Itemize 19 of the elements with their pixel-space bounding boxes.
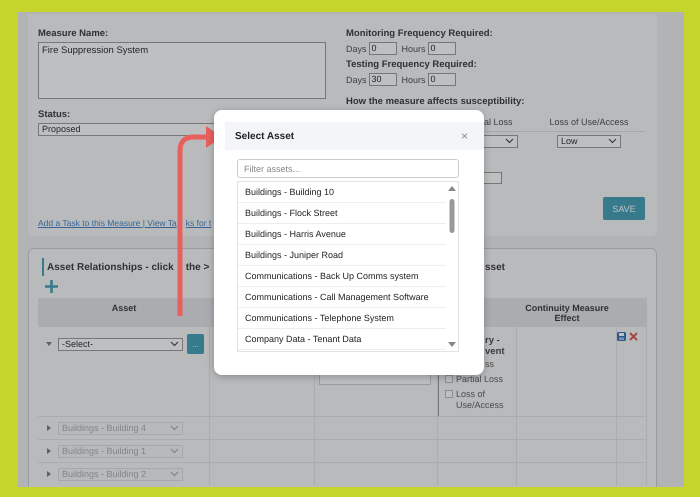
field-label: Monitoring Frequency Required: <box>346 28 494 39</box>
dialog-title: Select Asset <box>235 130 294 142</box>
column-header: Asset <box>38 298 210 326</box>
section-title: sset <box>484 262 505 272</box>
option-label: ss <box>485 359 495 370</box>
column-header: Continuity Measure Effect <box>517 298 617 326</box>
column-header: Loss of Use/Access <box>533 112 645 132</box>
hours-label: Hours <box>402 74 426 84</box>
field-label: Status: <box>38 109 72 120</box>
days-label: Days <box>346 74 367 84</box>
field-label: How the measure affects susceptibility: <box>346 96 526 107</box>
hours-label: Hours <box>402 44 426 54</box>
days-label: Days <box>346 44 367 54</box>
category-heading: vent <box>485 346 505 357</box>
section-title: the > <box>186 262 210 272</box>
section-title: Asset Relationships - click <box>47 262 174 272</box>
field-label: Testing Frequency Required: <box>346 59 478 70</box>
field-label: Measure Name: <box>38 28 110 39</box>
category-heading: ry - <box>485 335 501 346</box>
